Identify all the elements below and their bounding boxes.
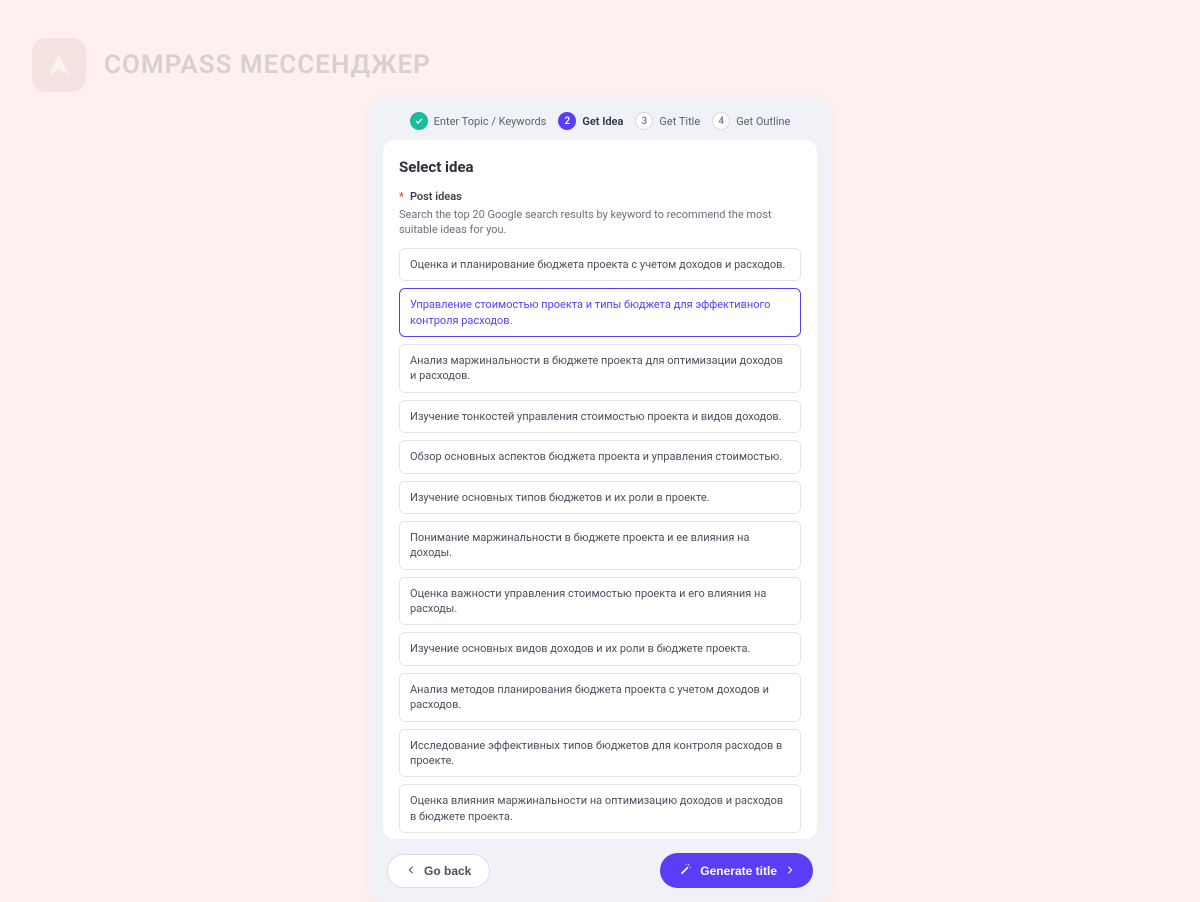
step-number-badge: 4: [712, 112, 730, 130]
step-label: Get Title: [659, 115, 700, 128]
idea-option[interactable]: Обзор основных аспектов бюджета проекта …: [399, 440, 801, 473]
step-get-idea[interactable]: 2 Get Idea: [558, 112, 623, 130]
panel-description: Search the top 20 Google search results …: [399, 207, 801, 238]
idea-option[interactable]: Понимание маржинальности в бюджете проек…: [399, 521, 801, 570]
idea-option[interactable]: Исследование эффективных типов бюджетов …: [399, 729, 801, 778]
compass-logo-icon: [32, 38, 86, 92]
step-label: Get Outline: [736, 115, 790, 128]
step-label: Enter Topic / Keywords: [434, 115, 547, 128]
idea-option[interactable]: Оценка и планирование бюджета проекта с …: [399, 248, 801, 281]
step-label: Get Idea: [582, 115, 623, 128]
step-get-outline[interactable]: 4 Get Outline: [712, 112, 790, 130]
idea-option[interactable]: Изучение основных видов доходов и их рол…: [399, 632, 801, 665]
go-back-button[interactable]: Go back: [387, 854, 490, 888]
chevron-left-icon: [406, 864, 416, 878]
generate-title-button[interactable]: Generate title: [660, 853, 813, 888]
chevron-right-icon: [785, 864, 795, 878]
wizard-footer: Go back Generate title: [369, 839, 831, 902]
step-enter-topic[interactable]: Enter Topic / Keywords: [410, 112, 547, 130]
step-number-badge: 3: [635, 112, 653, 130]
magic-wand-icon: [678, 862, 692, 879]
idea-option[interactable]: Изучение основных типов бюджетов и их ро…: [399, 481, 801, 514]
brand: COMPASS МЕССЕНДЖЕР: [32, 38, 431, 92]
idea-option[interactable]: Оценка влияния маржинальности на оптимиз…: [399, 784, 801, 833]
panel-title: Select idea: [399, 158, 801, 176]
idea-option[interactable]: Анализ маржинальности в бюджете проекта …: [399, 344, 801, 393]
idea-option[interactable]: Управление стоимостью проекта и типы бюд…: [399, 288, 801, 337]
arrow-up-icon: [44, 50, 74, 80]
brand-name: COMPASS МЕССЕНДЖЕР: [104, 50, 431, 80]
post-ideas-subhead: * Post ideas: [399, 190, 801, 203]
check-icon: [410, 112, 428, 130]
step-get-title[interactable]: 3 Get Title: [635, 112, 700, 130]
ideas-list: Оценка и планирование бюджета проекта с …: [399, 248, 801, 833]
select-idea-panel: Select idea * Post ideas Search the top …: [383, 140, 817, 839]
wizard-steps: Enter Topic / Keywords 2 Get Idea 3 Get …: [369, 98, 831, 140]
wizard-card: Enter Topic / Keywords 2 Get Idea 3 Get …: [369, 98, 831, 902]
idea-option[interactable]: Изучение тонкостей управления стоимостью…: [399, 400, 801, 433]
required-asterisk: *: [399, 190, 404, 203]
step-number-badge: 2: [558, 112, 576, 130]
idea-option[interactable]: Анализ методов планирования бюджета прое…: [399, 673, 801, 722]
generate-title-label: Generate title: [700, 864, 777, 878]
go-back-label: Go back: [424, 864, 471, 878]
subhead-text: Post ideas: [410, 190, 462, 203]
idea-option[interactable]: Оценка важности управления стоимостью пр…: [399, 577, 801, 626]
